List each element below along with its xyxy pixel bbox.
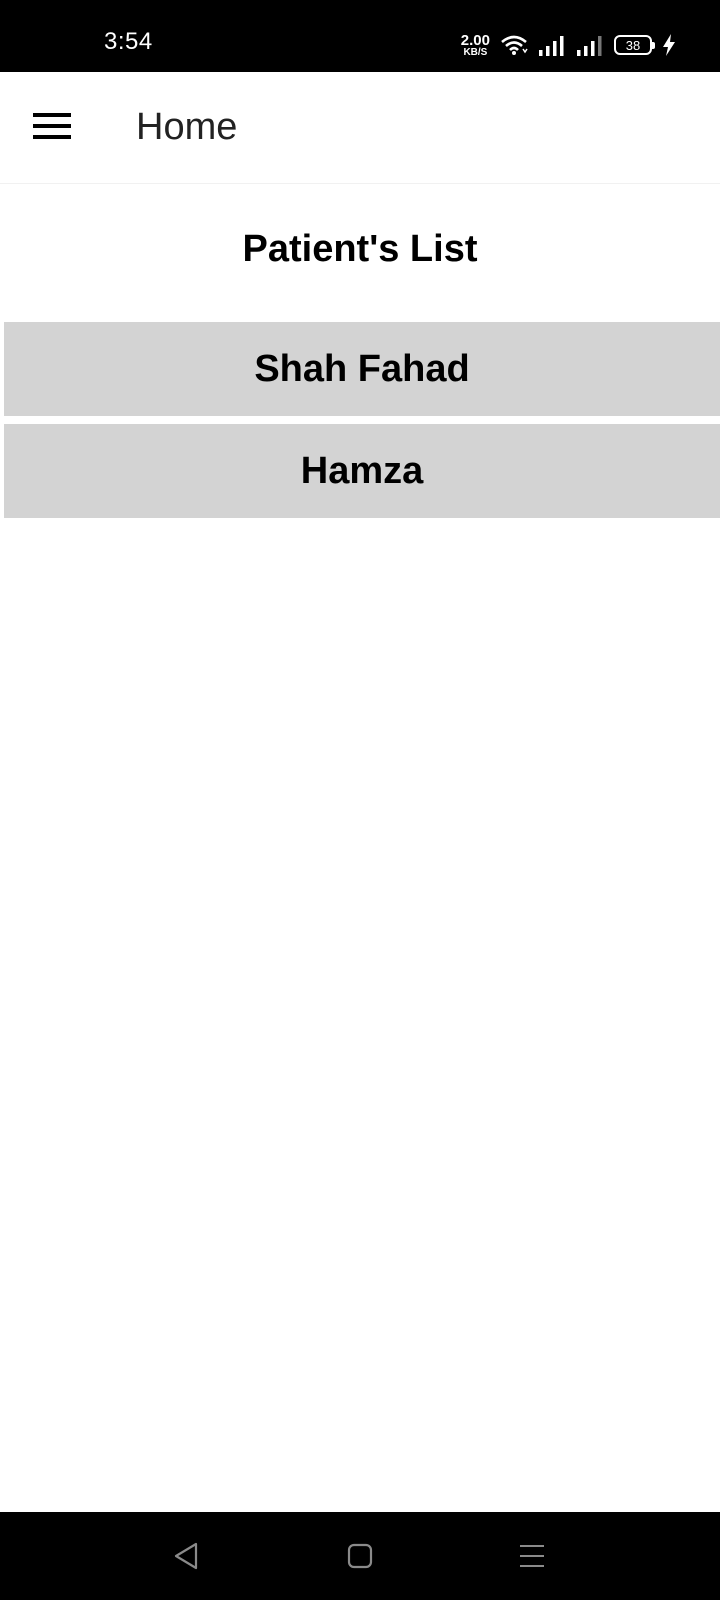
recents-icon [520, 1545, 544, 1567]
menu-button[interactable] [26, 100, 78, 152]
patient-list-item[interactable]: Hamza [4, 424, 720, 518]
back-icon [174, 1542, 198, 1570]
wifi-icon [501, 35, 528, 55]
app-bar: Home [0, 72, 720, 184]
home-icon [347, 1543, 373, 1569]
signal-icon [539, 36, 564, 56]
home-button[interactable] [338, 1534, 382, 1578]
status-icons: 2.00 KB/S 38 [461, 30, 676, 60]
patient-list-item[interactable]: Shah Fahad [4, 322, 720, 416]
navigation-bar [0, 1512, 720, 1600]
status-bar: 3:54 2.00 KB/S 38 [0, 0, 720, 72]
recents-button[interactable] [510, 1534, 554, 1578]
network-speed-value: 2.00 [460, 31, 490, 49]
page-title: Home [136, 106, 238, 148]
status-time: 3:54 [104, 28, 153, 55]
signal-icon [577, 36, 602, 56]
patient-list: Shah Fahad Hamza [4, 322, 720, 526]
list-heading: Patient's List [242, 228, 478, 270]
charging-icon [663, 34, 675, 56]
back-button[interactable] [164, 1534, 208, 1578]
battery-level: 38 [625, 37, 641, 53]
hamburger-menu-icon [33, 113, 71, 139]
battery-icon: 38 [614, 35, 655, 55]
network-speed: 2.00 KB/S [461, 33, 490, 58]
network-speed-unit: KB/S [463, 46, 488, 58]
